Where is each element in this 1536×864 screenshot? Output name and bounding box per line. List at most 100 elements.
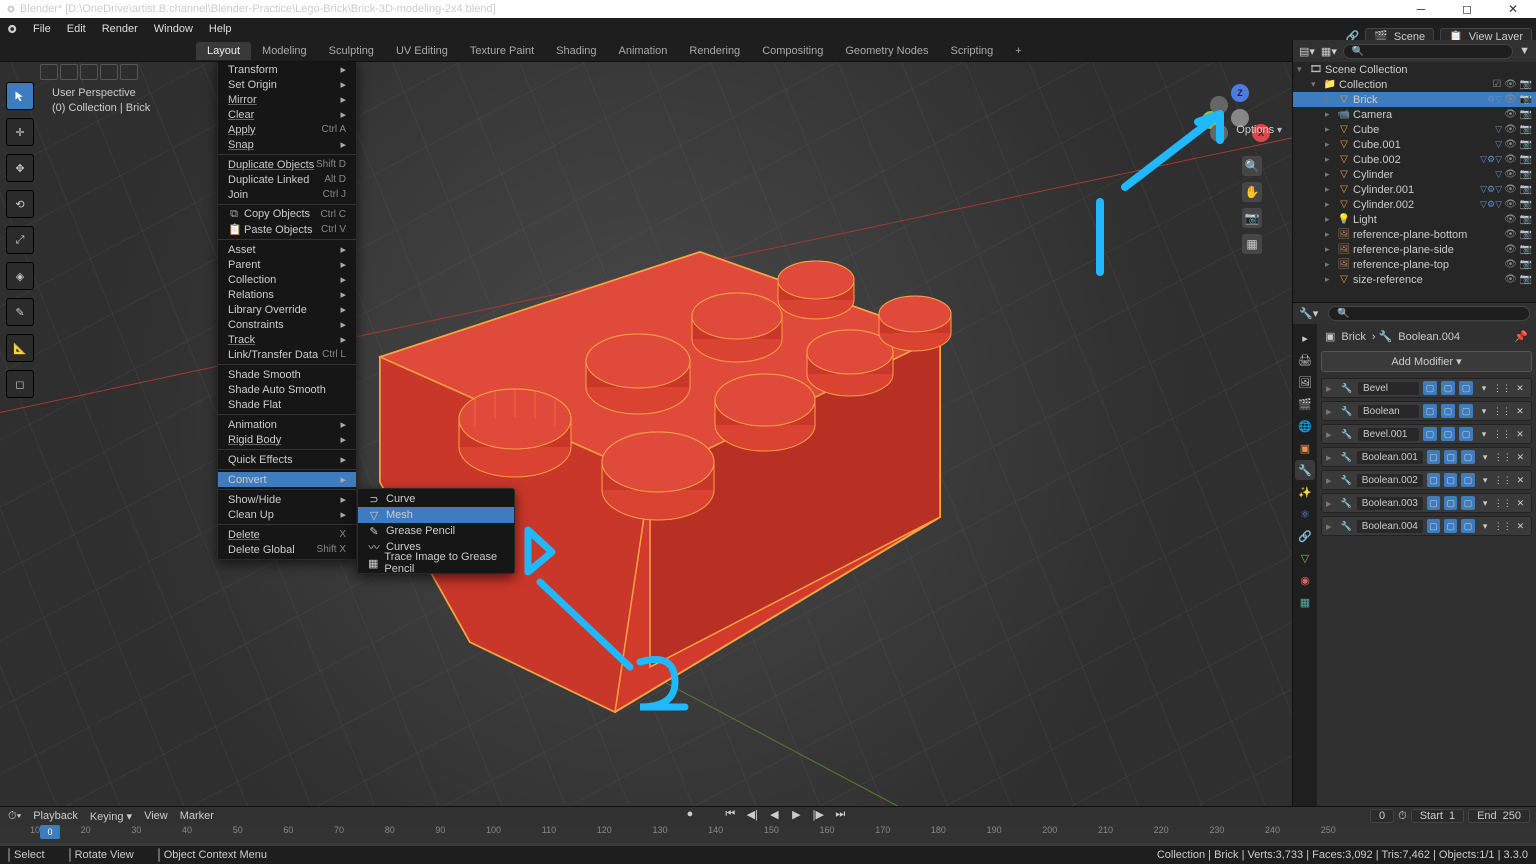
gizmo-z-icon[interactable]: Z bbox=[1231, 84, 1249, 102]
jump-end-icon[interactable]: ⏭ bbox=[831, 808, 849, 822]
ctx-track[interactable]: Track▸ bbox=[218, 332, 356, 347]
zoom-icon[interactable]: 🔍 bbox=[1242, 156, 1262, 176]
outliner-node[interactable]: ▾📁Collection☑ 👁 📷 bbox=[1293, 77, 1536, 92]
outliner-node[interactable]: ▸▽Cube.002▽⚙▽👁 📷 bbox=[1293, 152, 1536, 167]
ctx-link-transfer-data[interactable]: Link/Transfer DataCtrl L bbox=[218, 347, 356, 362]
sel-mode-4[interactable] bbox=[100, 64, 118, 80]
tool-addcube[interactable]: ◻ bbox=[6, 370, 34, 398]
outliner-node[interactable]: ▸▽size-reference👁 📷 bbox=[1293, 272, 1536, 287]
outliner-node[interactable]: ▸▽Cylinder.001▽⚙▽👁 📷 bbox=[1293, 182, 1536, 197]
current-frame[interactable]: 0 bbox=[1370, 809, 1394, 823]
minimize-button[interactable]: ─ bbox=[1398, 0, 1444, 18]
outliner-node[interactable]: ▸🖼reference-plane-side👁 📷 bbox=[1293, 242, 1536, 257]
maximize-button[interactable]: ◻ bbox=[1444, 0, 1490, 18]
modifier-boolean-003[interactable]: ▸🔧Boolean.003▢▢▢▾⋮⋮✕ bbox=[1321, 493, 1532, 513]
modifier-bevel[interactable]: ▸🔧Bevel▢▢▢▾⋮⋮✕ bbox=[1321, 378, 1532, 398]
ptab-constraints[interactable]: 🔗 bbox=[1295, 526, 1315, 546]
ptab-render[interactable]: ▸ bbox=[1295, 328, 1315, 348]
ptab-physics[interactable]: ⚛ bbox=[1295, 504, 1315, 524]
ptab-object[interactable]: ▣ bbox=[1295, 438, 1315, 458]
outliner-editor-icon[interactable]: ▤▾ bbox=[1299, 45, 1315, 58]
sub-mesh[interactable]: ▽Mesh bbox=[358, 507, 514, 523]
modifier-boolean[interactable]: ▸🔧Boolean▢▢▢▾⋮⋮✕ bbox=[1321, 401, 1532, 421]
ctx-animation[interactable]: Animation▸ bbox=[218, 417, 356, 432]
menu-help[interactable]: Help bbox=[202, 21, 239, 37]
modifier-boolean-001[interactable]: ▸🔧Boolean.001▢▢▢▾⋮⋮✕ bbox=[1321, 447, 1532, 467]
sel-mode-1[interactable] bbox=[40, 64, 58, 80]
tab-texpaint[interactable]: Texture Paint bbox=[459, 42, 545, 60]
ptab-data[interactable]: ▽ bbox=[1295, 548, 1315, 568]
keyframe-prev-icon[interactable]: ◀| bbox=[743, 808, 761, 822]
ptab-modifiers[interactable]: 🔧 bbox=[1295, 460, 1315, 480]
ctx-paste-objects[interactable]: 📋Paste ObjectsCtrl V bbox=[218, 222, 356, 237]
menu-window[interactable]: Window bbox=[147, 21, 200, 37]
menu-edit[interactable]: Edit bbox=[60, 21, 93, 37]
outliner-node[interactable]: ▸🖼reference-plane-bottom👁 📷 bbox=[1293, 227, 1536, 242]
tool-annotate[interactable]: ✎ bbox=[6, 298, 34, 326]
tl-keying[interactable]: Keying ▾ bbox=[90, 810, 132, 823]
outliner-node[interactable]: ▸▽Brick⚙▽👁 📷 bbox=[1293, 92, 1536, 107]
ctx-duplicate-objects[interactable]: Duplicate ObjectsShift D bbox=[218, 157, 356, 172]
tab-shading[interactable]: Shading bbox=[545, 42, 607, 60]
outliner-display-icon[interactable]: ▦▾ bbox=[1321, 45, 1337, 58]
camera-icon[interactable]: 📷 bbox=[1242, 208, 1262, 228]
props-editor-icon[interactable]: 🔧▾ bbox=[1299, 307, 1318, 320]
ptab-particles[interactable]: ✨ bbox=[1295, 482, 1315, 502]
ctx-duplicate-linked[interactable]: Duplicate LinkedAlt D bbox=[218, 172, 356, 187]
outliner[interactable]: ▾🎞Scene Collection▾📁Collection☑ 👁 📷▸▽Bri… bbox=[1293, 62, 1536, 302]
play-icon[interactable]: ▶ bbox=[787, 808, 805, 822]
ctx-asset[interactable]: Asset▸ bbox=[218, 242, 356, 257]
tab-animation[interactable]: Animation bbox=[608, 42, 679, 60]
outliner-search[interactable] bbox=[1343, 44, 1513, 59]
tl-marker[interactable]: Marker bbox=[180, 810, 214, 822]
tab-add[interactable]: + bbox=[1004, 42, 1032, 60]
ptab-output[interactable]: 🖨 bbox=[1295, 350, 1315, 370]
perspective-icon[interactable]: ▦ bbox=[1242, 234, 1262, 254]
ctx-relations[interactable]: Relations▸ bbox=[218, 287, 356, 302]
tab-rendering[interactable]: Rendering bbox=[678, 42, 751, 60]
ctx-set-origin[interactable]: Set Origin▸ bbox=[218, 77, 356, 92]
ctx-mirror[interactable]: Mirror▸ bbox=[218, 92, 356, 107]
sel-mode-3[interactable] bbox=[80, 64, 98, 80]
ctx-shade-smooth[interactable]: Shade Smooth bbox=[218, 367, 356, 382]
modifier-bevel-001[interactable]: ▸🔧Bevel.001▢▢▢▾⋮⋮✕ bbox=[1321, 424, 1532, 444]
nav-gizmo[interactable]: Z X Y bbox=[1208, 86, 1272, 150]
outliner-node[interactable]: ▾🎞Scene Collection bbox=[1293, 62, 1536, 77]
sel-mode-5[interactable] bbox=[120, 64, 138, 80]
tl-playback[interactable]: Playback bbox=[33, 810, 78, 822]
ctx-clear[interactable]: Clear▸ bbox=[218, 107, 356, 122]
ctx-shade-auto-smooth[interactable]: Shade Auto Smooth bbox=[218, 382, 356, 397]
ctx-rigid-body[interactable]: Rigid Body▸ bbox=[218, 432, 356, 447]
ptab-scene[interactable]: 🎬 bbox=[1295, 394, 1315, 414]
frame-end[interactable]: End 250 bbox=[1468, 809, 1530, 823]
autokey-icon[interactable]: ● bbox=[687, 808, 694, 822]
ctx-join[interactable]: JoinCtrl J bbox=[218, 187, 356, 202]
outliner-node[interactable]: ▸🖼reference-plane-top👁 📷 bbox=[1293, 257, 1536, 272]
ctx-snap[interactable]: Snap▸ bbox=[218, 137, 356, 152]
tool-move[interactable]: ✥ bbox=[6, 154, 34, 182]
outliner-node[interactable]: ▸▽Cube.001▽👁 📷 bbox=[1293, 137, 1536, 152]
ctx-transform[interactable]: Transform▸ bbox=[218, 62, 356, 77]
jump-start-icon[interactable]: ⏮ bbox=[721, 808, 739, 822]
tool-rotate[interactable]: ⟲ bbox=[6, 190, 34, 218]
outliner-node[interactable]: ▸💡Light👁 📷 bbox=[1293, 212, 1536, 227]
outliner-node[interactable]: ▸▽Cube▽👁 📷 bbox=[1293, 122, 1536, 137]
ctx-shade-flat[interactable]: Shade Flat bbox=[218, 397, 356, 412]
ctx-convert[interactable]: Convert▸ bbox=[218, 472, 356, 487]
ctx-copy-objects[interactable]: ⧉Copy ObjectsCtrl C bbox=[218, 207, 356, 222]
timeline-track[interactable]: 0 10203040506070809010011012013014015016… bbox=[0, 825, 1536, 843]
preview-range-icon[interactable]: ⏱ bbox=[1398, 810, 1407, 823]
modifier-boolean-004[interactable]: ▸🔧Boolean.004▢▢▢▾⋮⋮✕ bbox=[1321, 516, 1532, 536]
tab-geonodes[interactable]: Geometry Nodes bbox=[834, 42, 939, 60]
ctx-apply[interactable]: ApplyCtrl A bbox=[218, 122, 356, 137]
ctx-quick-effects[interactable]: Quick Effects▸ bbox=[218, 452, 356, 467]
tool-select[interactable] bbox=[6, 82, 34, 110]
ctx-library-override[interactable]: Library Override▸ bbox=[218, 302, 356, 317]
tab-scripting[interactable]: Scripting bbox=[939, 42, 1004, 60]
tool-measure[interactable]: 📐 bbox=[6, 334, 34, 362]
outliner-node[interactable]: ▸▽Cylinder.002▽⚙▽👁 📷 bbox=[1293, 197, 1536, 212]
tl-view[interactable]: View bbox=[144, 810, 168, 822]
play-rev-icon[interactable]: ◀ bbox=[765, 808, 783, 822]
outliner-node[interactable]: ▸▽Cylinder▽👁 📷 bbox=[1293, 167, 1536, 182]
tab-modeling[interactable]: Modeling bbox=[251, 42, 318, 60]
